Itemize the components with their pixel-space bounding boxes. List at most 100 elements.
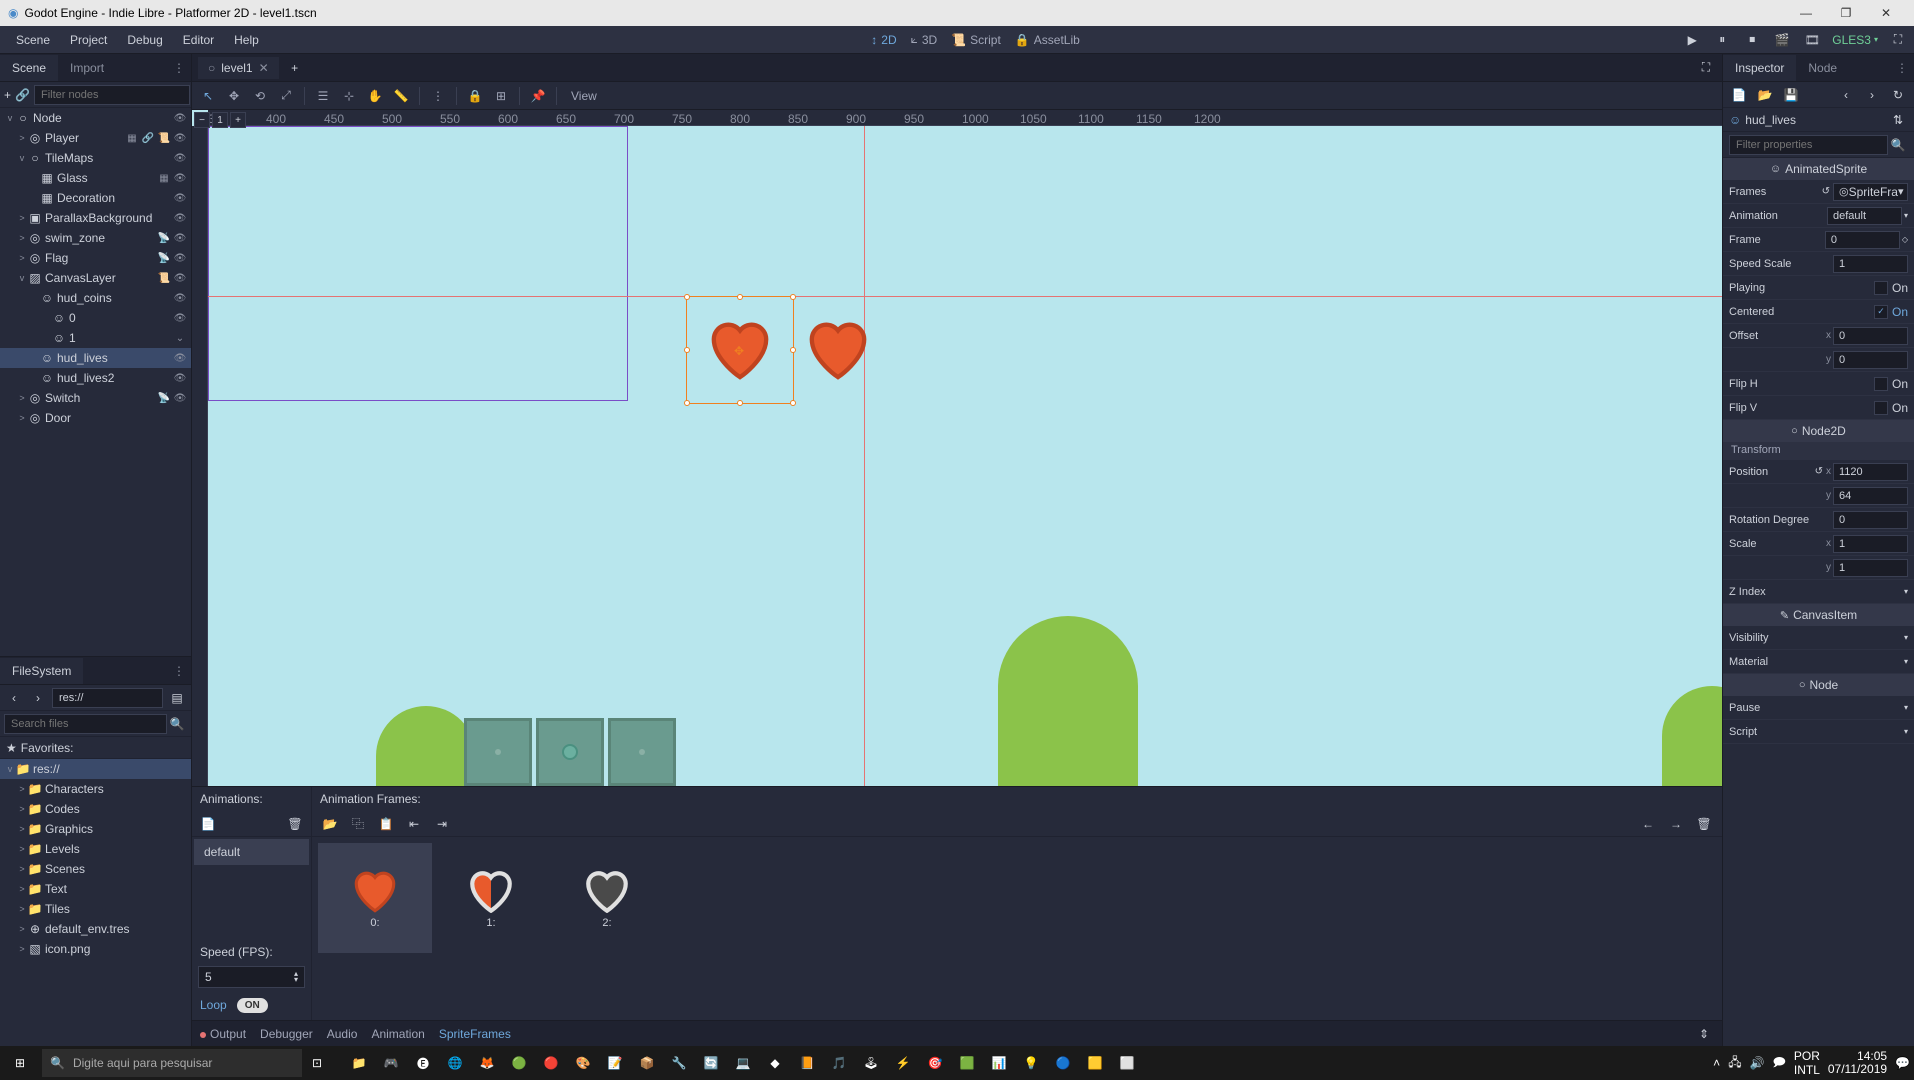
load-frame-button[interactable]: 📂 — [320, 814, 340, 834]
taskbar-app-icon[interactable]: 🕹 — [856, 1048, 886, 1078]
prop-script[interactable]: Script — [1729, 726, 1904, 738]
taskbar-app-icon[interactable]: 🅔 — [408, 1048, 438, 1078]
tree-node[interactable]: > ◎ Switch 📡👁 — [0, 388, 191, 408]
filesystem-item[interactable]: > 📁 Text — [0, 879, 191, 899]
save-resource-button[interactable]: 💾 — [1781, 85, 1801, 105]
class-canvasitem[interactable]: ✎ CanvasItem — [1723, 604, 1914, 626]
start-button[interactable]: ⊞ — [0, 1046, 40, 1080]
maximize-button[interactable]: ❐ — [1826, 0, 1866, 26]
menu-project[interactable]: Project — [60, 29, 117, 51]
tray-network-icon[interactable]: 🖧 — [1728, 1053, 1741, 1074]
speed-input[interactable]: 5 ▴▾ — [198, 966, 305, 988]
filesystem-item[interactable]: > 📁 Scenes — [0, 859, 191, 879]
tree-node[interactable]: ☺ 0 👁 — [0, 308, 191, 328]
tree-node[interactable]: > ◎ Door — [0, 408, 191, 428]
snap-options[interactable]: ⋮ — [428, 86, 448, 106]
loop-toggle[interactable]: ON — [237, 998, 268, 1013]
scene-tree[interactable]: v ○ Node 👁 > ◎ Player ▦🔗📜👁 v ○ TileMaps … — [0, 108, 191, 656]
taskbar-app-icon[interactable]: ◆ — [760, 1048, 790, 1078]
panel-menu-icon[interactable]: ⋮ — [167, 61, 191, 75]
prop-playing-checkbox[interactable] — [1874, 281, 1888, 295]
animation-item[interactable]: default — [194, 839, 309, 865]
history-forward-button[interactable]: › — [1862, 85, 1882, 105]
menu-help[interactable]: Help — [224, 29, 269, 51]
zoom-reset-button[interactable]: 1 — [212, 112, 228, 128]
tree-node[interactable]: ▦ Decoration 👁 — [0, 188, 191, 208]
taskbar-app-icon[interactable]: 🟩 — [952, 1048, 982, 1078]
path-back-button[interactable]: ‹ — [4, 688, 24, 708]
taskbar-app-icon[interactable]: 💻 — [728, 1048, 758, 1078]
history-back-button[interactable]: ‹ — [1836, 85, 1856, 105]
frame-1[interactable]: 1: — [434, 843, 548, 953]
taskbar-app-icon[interactable]: 📙 — [792, 1048, 822, 1078]
frame-0[interactable]: 0: — [318, 843, 432, 953]
tab-filesystem[interactable]: FileSystem — [0, 658, 83, 684]
task-view-button[interactable]: ⊡ — [302, 1048, 332, 1078]
ruler-tool[interactable]: 📏 — [391, 86, 411, 106]
distraction-free-button[interactable]: ⛶ — [1888, 30, 1908, 50]
close-tab-icon[interactable]: ✕ — [259, 61, 269, 75]
move-tool[interactable]: ✥ — [224, 86, 244, 106]
prop-visibility[interactable]: Visibility — [1729, 632, 1904, 644]
insert-empty-before[interactable]: ⇤ — [404, 814, 424, 834]
tab-scene[interactable]: Scene — [0, 55, 58, 81]
filesystem-item[interactable]: v 📁 res:// — [0, 759, 191, 779]
taskbar-app-icon[interactable]: 🔄 — [696, 1048, 726, 1078]
taskbar-app-icon[interactable]: 🎨 — [568, 1048, 598, 1078]
search-files-icon[interactable]: 🔍 — [167, 714, 187, 734]
filter-nodes-input[interactable] — [34, 85, 190, 105]
node-options-button[interactable]: ⇅ — [1888, 110, 1908, 130]
tree-node[interactable]: ▦ Glass ▦👁 — [0, 168, 191, 188]
mode-2d[interactable]: ↕ 2D — [871, 33, 896, 47]
prop-position-x[interactable]: 1120 — [1833, 463, 1908, 481]
filesystem-menu-icon[interactable]: ⋮ — [167, 664, 191, 678]
path-field[interactable]: res:// — [52, 688, 163, 708]
play-button[interactable]: ▶ — [1682, 30, 1702, 50]
tray-battery-icon[interactable]: 🗩 — [1773, 1053, 1786, 1074]
class-node[interactable]: ○ Node — [1723, 674, 1914, 696]
filesystem-item[interactable]: > 📁 Codes — [0, 799, 191, 819]
prop-material[interactable]: Material — [1729, 656, 1904, 668]
filter-properties-input[interactable] — [1729, 135, 1888, 155]
prop-frame-value[interactable]: 0 — [1825, 231, 1900, 249]
section-transform[interactable]: Transform — [1723, 442, 1914, 460]
tree-node[interactable]: ☺ hud_lives 👁 — [0, 348, 191, 368]
filter-search-icon[interactable]: 🔍 — [1888, 135, 1908, 155]
rotate-tool[interactable]: ⟲ — [250, 86, 270, 106]
class-animatedsprite[interactable]: ☺ AnimatedSprite — [1723, 158, 1914, 180]
taskbar-app-icon[interactable]: 🌐 — [440, 1048, 470, 1078]
tree-node[interactable]: ☺ hud_coins 👁 — [0, 288, 191, 308]
expand-viewport-button[interactable]: ⛶ — [1696, 58, 1716, 78]
delete-anim-button[interactable]: 🗑 — [285, 814, 305, 834]
insert-empty-after[interactable]: ⇥ — [432, 814, 452, 834]
pause-button[interactable]: ⏸ — [1712, 30, 1732, 50]
taskbar-app-icon[interactable]: 🔴 — [536, 1048, 566, 1078]
pivot-tool[interactable]: ⊹ — [339, 86, 359, 106]
prop-scale-y[interactable]: 1 — [1833, 559, 1908, 577]
taskbar-app-icon[interactable]: 💡 — [1016, 1048, 1046, 1078]
tab-audio[interactable]: Audio — [327, 1027, 358, 1041]
group-button[interactable]: ⊞ — [491, 86, 511, 106]
filesystem-item[interactable]: > 📁 Levels — [0, 839, 191, 859]
list-select-tool[interactable]: ☰ — [313, 86, 333, 106]
filesystem-item[interactable]: > 📁 Characters — [0, 779, 191, 799]
prop-scale-x[interactable]: 1 — [1833, 535, 1908, 553]
taskbar-app-icon[interactable]: ⬜ — [1112, 1048, 1142, 1078]
search-files-input[interactable] — [4, 714, 167, 734]
taskbar-app-icon[interactable]: 🔵 — [1048, 1048, 1078, 1078]
play-scene-button[interactable]: 🎬 — [1772, 30, 1792, 50]
mode-assetlib[interactable]: 🔒 AssetLib — [1015, 33, 1080, 47]
zoom-in-button[interactable]: + — [230, 112, 246, 128]
canvas-viewport[interactable]: 3504004505005506006507007508008509009501… — [192, 110, 1722, 786]
menu-editor[interactable]: Editor — [173, 29, 224, 51]
taskbar-app-icon[interactable]: 📊 — [984, 1048, 1014, 1078]
taskbar-app-icon[interactable]: 🎵 — [824, 1048, 854, 1078]
move-right-button[interactable]: → — [1666, 814, 1686, 834]
move-left-button[interactable]: ← — [1638, 814, 1658, 834]
taskbar-app-icon[interactable]: 🎯 — [920, 1048, 950, 1078]
pan-tool[interactable]: ✋ — [365, 86, 385, 106]
tab-node[interactable]: Node — [1796, 55, 1849, 81]
tree-node[interactable]: v ○ Node 👁 — [0, 108, 191, 128]
frame-2[interactable]: 2: — [550, 843, 664, 953]
paste-frame-button[interactable]: 📋 — [376, 814, 396, 834]
